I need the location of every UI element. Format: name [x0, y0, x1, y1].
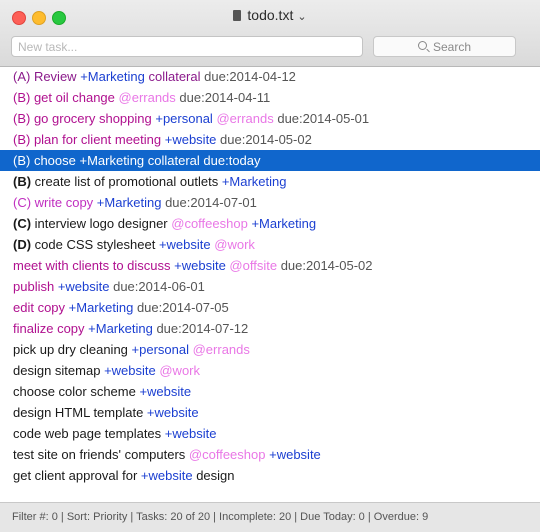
task-row[interactable]: code web page templates +website	[0, 423, 540, 444]
task-pri-text: (B) plan for client meeting	[13, 132, 165, 147]
task-row[interactable]: (C) interview logo designer @coffeeshop …	[0, 213, 540, 234]
new-task-input[interactable]	[11, 36, 363, 57]
task-date-text: due:2014-06-01	[109, 279, 205, 294]
task-pri-text: collateral due:today	[144, 153, 261, 168]
task-project-text: +website	[164, 132, 217, 147]
task-date-text: due:2014-05-02	[277, 258, 373, 273]
task-plain-text: test site on friends' computers	[13, 447, 189, 462]
task-context-text: @coffeeshop	[171, 216, 248, 231]
task-project-text: +Marketing	[68, 300, 134, 315]
search-field[interactable]: Search	[373, 36, 516, 57]
task-plain-text: design sitemap	[13, 363, 105, 378]
task-project-text: +website	[104, 363, 156, 378]
task-date-text: due:2014-07-12	[152, 321, 249, 336]
task-row[interactable]: (B) plan for client meeting +website due…	[0, 129, 540, 150]
task-row[interactable]: test site on friends' computers @coffees…	[0, 444, 540, 465]
task-row[interactable]: choose color scheme +website	[0, 381, 540, 402]
task-date-text: due:2014-07-05	[133, 300, 229, 315]
task-row[interactable]: (D) code CSS stylesheet +website @work	[0, 234, 540, 255]
task-date-text: due:2014-04-12	[204, 69, 296, 84]
task-row[interactable]: (C) write copy +Marketing due:2014-07-01	[0, 192, 540, 213]
task-row[interactable]: (B) get oil change @errands due:2014-04-…	[0, 87, 540, 108]
task-row[interactable]: finalize copy +Marketing due:2014-07-12	[0, 318, 540, 339]
task-plain-text: choose color scheme	[13, 384, 140, 399]
task-project-text: +website	[269, 447, 321, 462]
task-pri-text: (A) Review	[13, 69, 81, 84]
task-pri-text: (B) go grocery shopping	[13, 111, 156, 126]
task-project-text: +website	[174, 258, 226, 273]
task-bold-text: (B)	[13, 174, 32, 189]
task-row[interactable]: publish +website due:2014-06-01	[0, 276, 540, 297]
task-row[interactable]: (B) choose +Marketing collateral due:tod…	[0, 150, 540, 171]
task-project-text: +website	[140, 468, 193, 483]
task-bold-text: (D)	[13, 237, 32, 252]
window-title-menu[interactable]: todo.txt ⌄	[0, 7, 540, 23]
task-row[interactable]: design HTML template +website	[0, 402, 540, 423]
task-row[interactable]: edit copy +Marketing due:2014-07-05	[0, 297, 540, 318]
title-bar: todo.txt⌄ Search	[0, 0, 540, 67]
task-context-text: @offsite	[229, 258, 278, 273]
task-context-text: @work	[214, 237, 255, 252]
task-plain-text: design HTML template	[13, 405, 147, 420]
task-plain-text: pick up dry cleaning	[13, 342, 132, 357]
task-list[interactable]: (A) Review +Marketing collateral due:201…	[0, 66, 540, 486]
task-project-text: +website	[164, 426, 217, 441]
task-plain-text: code CSS stylesheet	[31, 237, 159, 252]
task-plain-text: interview logo designer	[31, 216, 172, 231]
task-project-text: +Marketing	[221, 174, 287, 189]
task-pri-text: publish	[13, 279, 58, 294]
task-plain-text: design	[192, 468, 235, 483]
task-plain-text: get client approval for	[13, 468, 141, 483]
app-window: todo.txt⌄ Search (A) Review +Marketing c…	[0, 0, 540, 532]
task-context-text: @errands	[118, 90, 176, 105]
task-project-text: +website	[57, 279, 110, 294]
task-row[interactable]: pick up dry cleaning +personal @errands	[0, 339, 540, 360]
task-pri-text: meet with clients to discuss	[13, 258, 175, 273]
task-pri-text: (B) get oil change	[13, 90, 119, 105]
task-pri-text: (B) choose	[13, 153, 80, 168]
task-pri-text: (C) write copy	[13, 195, 97, 210]
task-project-text: +website	[139, 384, 192, 399]
task-plain-text: create list of promotional outlets	[31, 174, 222, 189]
task-project-text: +personal	[131, 342, 189, 357]
task-project-text: +Marketing	[88, 321, 153, 336]
search-icon	[417, 41, 427, 50]
task-context-text: @errands	[216, 111, 274, 126]
status-text: Filter #: 0 | Sort: Priority | Tasks: 20…	[12, 511, 429, 523]
task-date-text: due:2014-07-01	[161, 195, 257, 210]
task-plain-text: code web page templates	[13, 426, 165, 441]
task-project-text: +personal	[155, 111, 213, 126]
task-context-text: @work	[159, 363, 201, 378]
task-date-text: due:2014-04-11	[175, 90, 271, 105]
task-row[interactable]: (B) go grocery shopping +personal @erran…	[0, 108, 540, 129]
task-row[interactable]: design sitemap +website @work	[0, 360, 540, 381]
task-project-text: +website	[158, 237, 211, 252]
window-title: todo.txt	[247, 7, 294, 23]
task-date-text: due:2014-05-01	[273, 111, 370, 126]
task-project-text: +Marketing	[96, 195, 162, 210]
status-bar: Filter #: 0 | Sort: Priority | Tasks: 20…	[0, 502, 540, 532]
task-project-text: +Marketing	[79, 153, 145, 168]
task-bold-text: (C)	[13, 216, 32, 231]
task-row[interactable]: meet with clients to discuss +website @o…	[0, 255, 540, 276]
task-project-text: +Marketing	[80, 69, 145, 84]
task-date-text: due:2014-05-02	[216, 132, 312, 147]
task-row[interactable]: (A) Review +Marketing collateral due:201…	[0, 66, 540, 87]
task-pri-text: collateral	[144, 69, 205, 84]
task-project-text: +Marketing	[251, 216, 317, 231]
search-label: Search	[432, 39, 472, 54]
task-context-text: @coffeeshop	[188, 447, 266, 462]
task-row[interactable]: (B) create list of promotional outlets +…	[0, 171, 540, 192]
task-context-text: @errands	[192, 342, 250, 357]
task-row[interactable]: get client approval for +website design	[0, 465, 540, 486]
task-pri-text: finalize copy	[13, 321, 89, 336]
chevron-down-icon: ⌄	[297, 11, 307, 23]
task-project-text: +website	[146, 405, 199, 420]
task-pri-text: edit copy	[13, 300, 69, 315]
document-icon	[233, 10, 242, 21]
